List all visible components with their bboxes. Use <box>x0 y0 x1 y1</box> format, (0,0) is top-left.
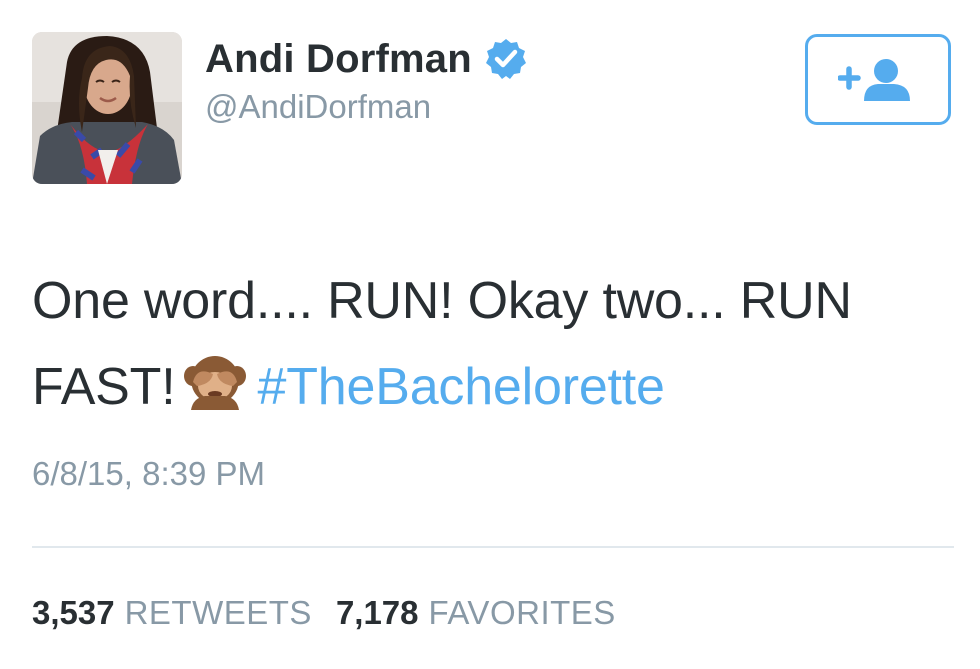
author-name-row: Andi Dorfman <box>205 36 528 82</box>
retweets-label: RETWEETS <box>124 594 312 631</box>
add-user-icon <box>838 58 910 101</box>
follow-button[interactable] <box>805 34 951 125</box>
divider <box>32 546 954 548</box>
retweets-stat[interactable]: 3,537 RETWEETS <box>32 594 312 632</box>
avatar[interactable] <box>32 32 182 184</box>
favorites-label: FAVORITES <box>428 594 616 631</box>
tweet-text: One word.... RUN! Okay two... RUN FAST! … <box>32 258 942 430</box>
see-no-evil-monkey-emoji <box>183 352 247 412</box>
verified-badge-icon <box>484 37 528 81</box>
favorites-count: 7,178 <box>335 594 419 631</box>
favorites-stat[interactable]: 7,178 FAVORITES <box>336 594 616 632</box>
author-handle[interactable]: @AndiDorfman <box>205 88 431 126</box>
tweet-stats: 3,537 RETWEETS 7,178 FAVORITES <box>32 594 616 632</box>
profile-photo <box>32 32 182 184</box>
hashtag-link[interactable]: #TheBachelorette <box>257 358 664 416</box>
author-name[interactable]: Andi Dorfman <box>205 37 472 82</box>
tweet-timestamp[interactable]: 6/8/15, 8:39 PM <box>32 455 265 493</box>
retweets-count: 3,537 <box>32 594 115 631</box>
